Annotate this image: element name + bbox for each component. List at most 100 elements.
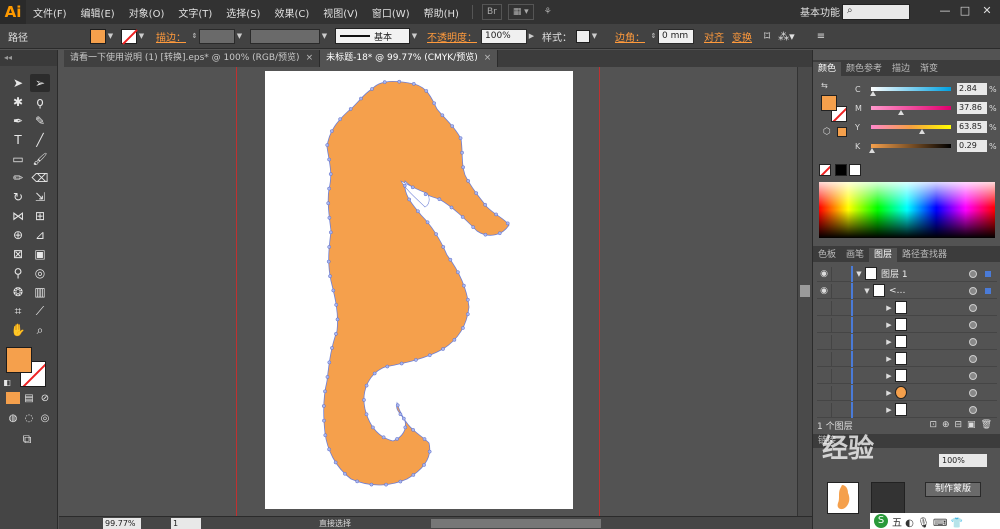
menu-edit[interactable]: 编辑(E) bbox=[74, 5, 122, 20]
anchor-point[interactable] bbox=[458, 136, 463, 141]
chevron-down-icon[interactable]: ▼ bbox=[235, 32, 244, 40]
selection-tool-icon[interactable]: ➤ bbox=[8, 74, 28, 92]
seahorse-artwork[interactable] bbox=[59, 67, 797, 516]
layer-row[interactable]: ▶ bbox=[817, 333, 997, 350]
anchor-point[interactable] bbox=[465, 312, 470, 317]
anchor-point[interactable] bbox=[460, 215, 465, 219]
anchor-point[interactable] bbox=[328, 274, 332, 279]
seahorse-path[interactable] bbox=[323, 80, 510, 486]
eyedropper-tool-icon[interactable]: ⚲ bbox=[8, 264, 28, 282]
anchor-point[interactable] bbox=[474, 191, 479, 195]
menu-effect[interactable]: 效果(C) bbox=[267, 5, 316, 20]
blend-tool-icon[interactable]: ◎ bbox=[30, 264, 50, 282]
menu-view[interactable]: 视图(V) bbox=[316, 5, 365, 20]
slider-knob[interactable] bbox=[868, 148, 875, 153]
menu-select[interactable]: 选择(S) bbox=[219, 5, 267, 20]
menu-window[interactable]: 窗口(W) bbox=[365, 5, 417, 20]
none-swatch[interactable] bbox=[819, 164, 831, 176]
ime-toolbar[interactable]: S 五 ◐ 🎙 ⌨ 👕 bbox=[870, 513, 1000, 529]
anchor-point[interactable] bbox=[326, 201, 331, 206]
target-icon[interactable] bbox=[969, 388, 977, 397]
anchor-point[interactable] bbox=[323, 389, 327, 394]
anchor-point[interactable] bbox=[448, 257, 453, 262]
expand-triangle-icon[interactable]: ▶ bbox=[883, 389, 895, 397]
anchor-point[interactable] bbox=[323, 433, 328, 438]
anchor-point[interactable] bbox=[382, 80, 387, 84]
lock-toggle[interactable] bbox=[831, 300, 845, 315]
lasso-tool-icon[interactable]: ϙ bbox=[30, 93, 50, 111]
type-tool-icon[interactable]: T bbox=[8, 131, 28, 149]
search-input[interactable]: ⌕ bbox=[842, 4, 910, 20]
menu-type[interactable]: 文字(T) bbox=[171, 5, 219, 20]
layer-row[interactable]: ◉ ▼ <… bbox=[817, 282, 997, 299]
width-tool-icon[interactable]: ⋈ bbox=[8, 207, 28, 225]
layer-row[interactable]: ▶ bbox=[817, 299, 997, 316]
direct-selection-tool-icon[interactable]: ➢ bbox=[30, 74, 50, 92]
gradient-tool-icon[interactable]: ▣ bbox=[30, 245, 50, 263]
tab-gradient[interactable]: 渐变 bbox=[915, 62, 943, 76]
layer-name[interactable]: 图层 1 bbox=[881, 267, 908, 280]
anchor-point[interactable] bbox=[411, 473, 416, 477]
canvas[interactable] bbox=[59, 67, 797, 516]
eye-icon[interactable]: ◉ bbox=[817, 286, 831, 296]
menu-object[interactable]: 对象(O) bbox=[122, 5, 172, 20]
lock-toggle[interactable] bbox=[831, 317, 845, 332]
anchor-point[interactable] bbox=[460, 150, 464, 155]
corner-radius-field[interactable]: 0 mm bbox=[658, 28, 694, 44]
close-icon[interactable]: × bbox=[484, 53, 492, 63]
corner-label[interactable]: 边角： bbox=[615, 29, 645, 44]
layer-row[interactable]: ▶ bbox=[817, 384, 997, 401]
expand-triangle-icon[interactable]: ▶ bbox=[883, 321, 895, 329]
target-icon[interactable] bbox=[969, 303, 977, 312]
anchor-point[interactable] bbox=[403, 425, 408, 430]
anchor-point[interactable] bbox=[452, 337, 457, 342]
zoom-tool-icon[interactable]: ⌕ bbox=[30, 321, 50, 339]
horizontal-scrollbar[interactable] bbox=[431, 518, 601, 528]
lock-toggle[interactable] bbox=[831, 334, 845, 349]
make-mask-button[interactable]: 制作蒙版 bbox=[925, 482, 981, 497]
screen-mode-icon[interactable]: ⧉ bbox=[16, 430, 38, 448]
chevron-down-icon[interactable]: ▼ bbox=[320, 32, 329, 40]
slider-knob[interactable] bbox=[898, 110, 905, 115]
anchor-point[interactable] bbox=[434, 232, 439, 236]
draw-normal-icon[interactable]: ◍ bbox=[6, 410, 20, 428]
anchor-point[interactable] bbox=[398, 479, 403, 484]
anchor-point[interactable] bbox=[348, 107, 353, 111]
anchor-point[interactable] bbox=[427, 449, 432, 454]
layer-actions-icons[interactable]: ⊡⊕⊟▣🗑 bbox=[929, 420, 997, 430]
anchor-point[interactable] bbox=[343, 471, 347, 476]
stepper-icon[interactable]: ⇕ bbox=[190, 32, 199, 40]
anchor-point[interactable] bbox=[407, 197, 412, 202]
line-tool-icon[interactable]: ╱ bbox=[30, 131, 50, 149]
lock-toggle[interactable] bbox=[831, 266, 845, 281]
slider-knob[interactable] bbox=[919, 129, 926, 134]
anchor-point[interactable] bbox=[395, 403, 400, 408]
selection-indicator[interactable] bbox=[985, 270, 991, 277]
rectangle-tool-icon[interactable]: ▭ bbox=[8, 150, 28, 168]
anchor-point[interactable] bbox=[411, 81, 416, 86]
tab-document-2[interactable]: 未标题-18* @ 99.77% (CMYK/预览) × bbox=[320, 50, 499, 67]
anchor-point[interactable] bbox=[330, 346, 334, 350]
yellow-slider[interactable] bbox=[871, 125, 951, 134]
none-mode-icon[interactable]: ⊘ bbox=[38, 390, 52, 408]
layer-name[interactable]: <… bbox=[889, 286, 906, 296]
anchor-point[interactable] bbox=[359, 96, 363, 101]
anchor-point[interactable] bbox=[437, 197, 442, 202]
anchor-point[interactable] bbox=[411, 427, 415, 432]
chevron-down-icon[interactable]: ▼ bbox=[590, 32, 599, 40]
anchor-point[interactable] bbox=[327, 157, 331, 162]
stroke-weight-field[interactable] bbox=[199, 28, 235, 44]
anchor-point[interactable] bbox=[399, 361, 404, 366]
anchor-point[interactable] bbox=[328, 230, 333, 235]
stroke-swatch[interactable] bbox=[121, 28, 138, 45]
anchor-point[interactable] bbox=[364, 383, 369, 388]
anchor-point[interactable] bbox=[327, 447, 331, 452]
slice-tool-icon[interactable]: ⟋ bbox=[30, 302, 50, 320]
cyan-value-field[interactable]: 2.84 bbox=[957, 83, 987, 95]
artboard-tool-icon[interactable]: ⌗ bbox=[8, 302, 28, 320]
symbol-sprayer-tool-icon[interactable]: ❂ bbox=[8, 283, 28, 301]
isolate-icon[interactable]: ⌑ bbox=[764, 29, 770, 43]
anchor-point[interactable] bbox=[410, 185, 415, 190]
target-icon[interactable] bbox=[969, 320, 977, 329]
anchor-point[interactable] bbox=[329, 129, 334, 134]
